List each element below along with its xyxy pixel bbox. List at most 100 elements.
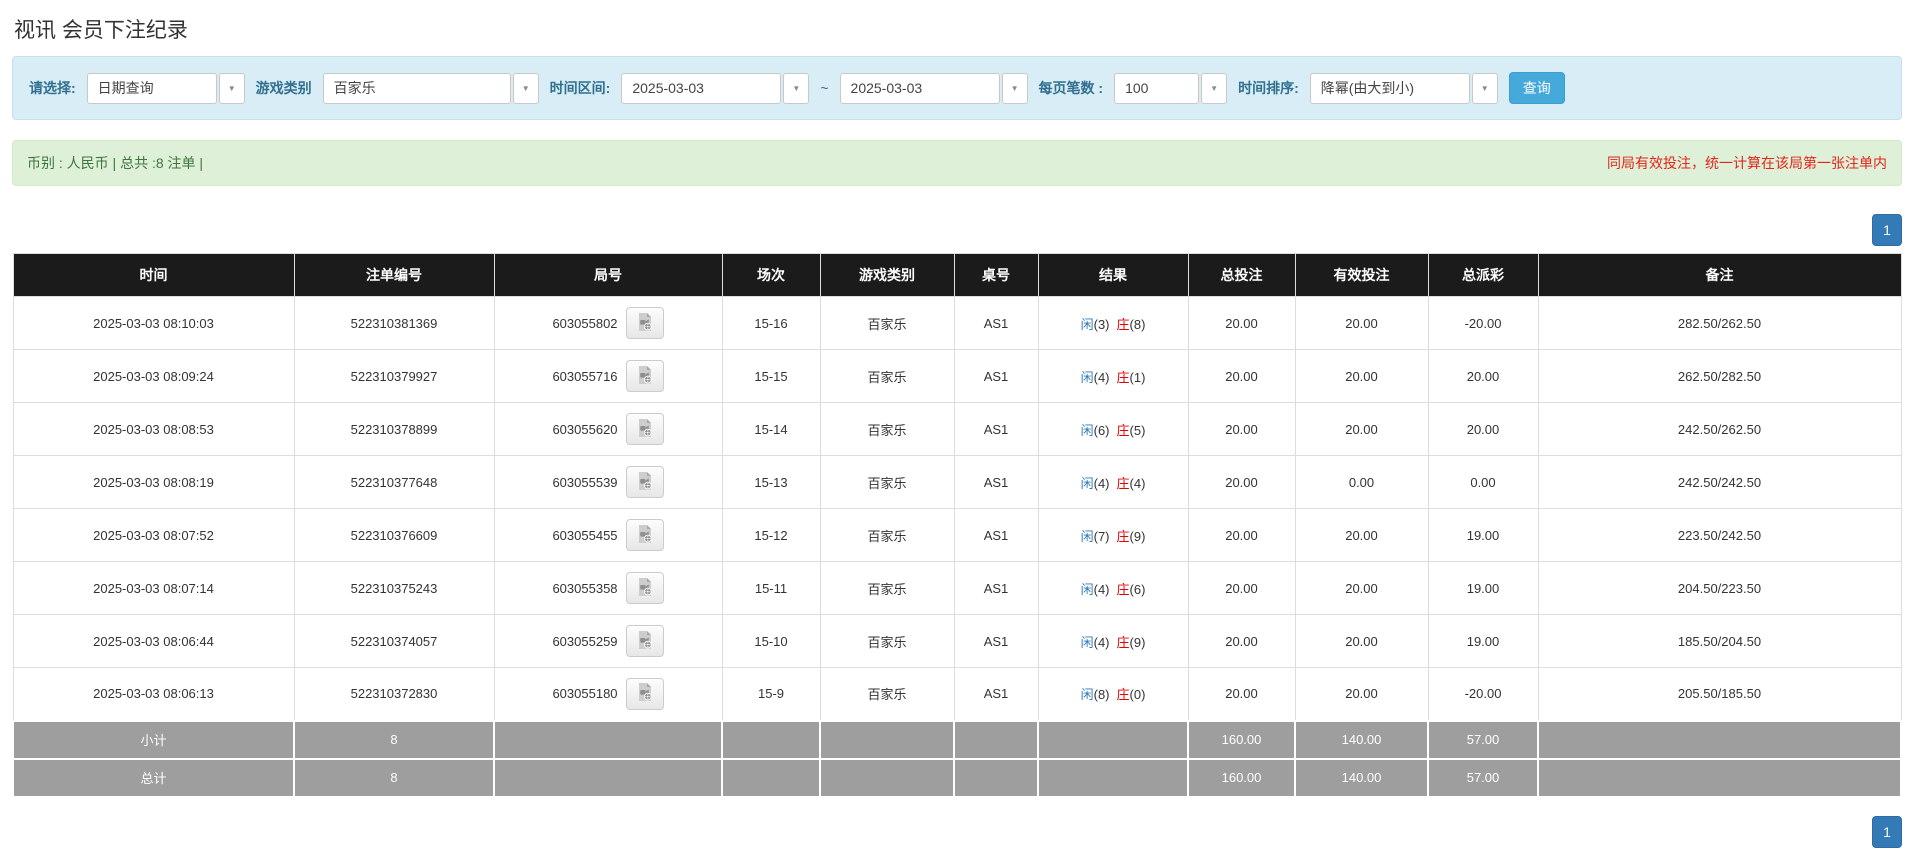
result-banker-count: (0) (1129, 687, 1146, 703)
game-type-label: 游戏类别 (255, 80, 312, 96)
cell-payout: 0.00 (1427, 455, 1539, 509)
page-1-button[interactable]: 1 (1872, 214, 1902, 246)
cell-bet-no: 522310372830 (293, 667, 495, 721)
result-player-label: 闲 (1080, 581, 1094, 597)
cell-total-bet[interactable]: 20.00 (1187, 508, 1296, 562)
table-row: 2025-03-03 08:06:13 522310372830 6030551… (12, 667, 1902, 721)
page-size-dropdown-button[interactable]: ▼ (1201, 72, 1228, 104)
result-banker-label: 庄 (1116, 687, 1130, 703)
cell-result: 闲(4) 庄(6) (1037, 561, 1189, 615)
table-row: 2025-03-03 08:06:44 522310374057 6030552… (12, 614, 1902, 668)
time-range-label: 时间区间: (549, 80, 611, 96)
result-banker-count: (1) (1129, 369, 1146, 385)
table-row: 2025-03-03 08:07:52 522310376609 6030554… (12, 508, 1902, 562)
query-type-input[interactable] (86, 72, 217, 104)
cell-payout: -20.00 (1427, 296, 1539, 350)
cell-time: 2025-03-03 08:09:24 (12, 349, 295, 403)
date-from-dropdown-button[interactable]: ▼ (783, 72, 810, 104)
cell-payout: -20.00 (1427, 667, 1539, 721)
date-from-combobox: ▼ (621, 72, 810, 104)
result-player-label: 闲 (1080, 634, 1094, 650)
betting-records-table: 时间 注单编号 局号 场次 游戏类别 桌号 结果 总投注 有效投注 总派彩 备注… (12, 253, 1902, 798)
round-no-text: 603055620 (552, 421, 618, 437)
cell-table-no: AS1 (953, 296, 1039, 350)
page-size-input[interactable] (1114, 72, 1200, 104)
query-type-combobox: ▼ (86, 72, 245, 104)
cell-total-bet[interactable]: 20.00 (1187, 667, 1296, 721)
subtotal-payout: 57.00 (1427, 719, 1539, 760)
summary-empty-cell (819, 719, 955, 760)
video-replay-button[interactable] (625, 307, 664, 339)
cell-total-bet[interactable]: 20.00 (1187, 349, 1296, 403)
cell-total-bet[interactable]: 20.00 (1187, 455, 1296, 509)
cell-bet-no: 522310375243 (293, 561, 495, 615)
cell-payout: 20.00 (1427, 349, 1539, 403)
page: 视讯 会员下注纪录 请选择: ▼ 游戏类别 ▼ 时间区间: ▼ ~ ▼ 每页笔数… (0, 14, 1914, 848)
cell-total-bet[interactable]: 20.00 (1187, 296, 1296, 350)
video-replay-button[interactable] (625, 572, 664, 604)
cell-time: 2025-03-03 08:08:19 (12, 455, 295, 509)
summary-empty-cell (721, 719, 821, 760)
total-row: 总计 8 160.00 140.00 57.00 (12, 757, 1902, 798)
result-banker-count: (5) (1129, 422, 1146, 438)
date-to-dropdown-button[interactable]: ▼ (1001, 72, 1028, 104)
cell-result: 闲(7) 庄(9) (1037, 508, 1189, 562)
subtotal-valid-bet: 140.00 (1294, 719, 1429, 760)
cell-total-bet[interactable]: 20.00 (1187, 402, 1296, 456)
cell-time: 2025-03-03 08:06:13 (12, 667, 295, 721)
cell-bet-no: 522310377648 (293, 455, 495, 509)
video-file-icon (635, 365, 655, 388)
cell-game-type: 百家乐 (819, 561, 955, 615)
header-result: 结果 (1037, 253, 1189, 297)
cell-valid-bet: 20.00 (1294, 614, 1429, 668)
result-player-count: (4) (1093, 475, 1110, 491)
cell-remark: 262.50/282.50 (1537, 349, 1902, 403)
table-summary: 小计 8 160.00 140.00 57.00 总计 8 160.00 140… (12, 719, 1902, 798)
result-player-count: (7) (1093, 528, 1110, 544)
result-player-count: (3) (1093, 316, 1110, 332)
cell-valid-bet: 20.00 (1294, 508, 1429, 562)
result-banker-label: 庄 (1116, 634, 1130, 650)
date-from-input[interactable] (621, 72, 782, 104)
cell-remark: 282.50/262.50 (1537, 296, 1902, 350)
video-replay-button[interactable] (625, 677, 664, 710)
video-replay-button[interactable] (625, 413, 664, 445)
chevron-down-icon: ▼ (227, 83, 236, 93)
cell-result: 闲(8) 庄(0) (1037, 667, 1189, 721)
video-replay-button[interactable] (625, 360, 664, 392)
cell-remark: 204.50/223.50 (1537, 561, 1902, 615)
cell-total-bet[interactable]: 20.00 (1187, 614, 1296, 668)
cell-bet-no: 522310374057 (293, 614, 495, 668)
cell-remark: 223.50/242.50 (1537, 508, 1902, 562)
cell-game-type: 百家乐 (819, 455, 955, 509)
cell-bet-no: 522310378899 (293, 402, 495, 456)
cell-table-no: AS1 (953, 508, 1039, 562)
result-banker-label: 庄 (1116, 528, 1130, 544)
result-player-count: (8) (1093, 687, 1110, 703)
video-replay-button[interactable] (625, 519, 664, 551)
video-replay-button[interactable] (625, 625, 664, 657)
video-replay-button[interactable] (625, 466, 664, 498)
sort-order-dropdown-button[interactable]: ▼ (1471, 72, 1498, 104)
round-no-text: 603055180 (552, 686, 618, 702)
game-type-dropdown-button[interactable]: ▼ (512, 72, 539, 104)
page-1-button[interactable]: 1 (1872, 815, 1902, 848)
cell-session: 15-16 (721, 296, 821, 350)
cell-round-no: 603055259 (493, 614, 723, 668)
summary-empty-cell (953, 757, 1039, 798)
cell-game-type: 百家乐 (819, 667, 955, 721)
date-to-input[interactable] (839, 72, 1000, 104)
round-no-text: 603055716 (552, 368, 618, 384)
round-no-text: 603055539 (552, 474, 618, 490)
result-player-label: 闲 (1080, 316, 1094, 332)
chevron-down-icon: ▼ (1010, 83, 1019, 93)
video-file-icon (635, 630, 655, 653)
query-type-dropdown-button[interactable]: ▼ (218, 72, 245, 104)
filter-bar: 请选择: ▼ 游戏类别 ▼ 时间区间: ▼ ~ ▼ 每页笔数 : ▼ 时间排序:… (12, 56, 1902, 120)
cell-total-bet[interactable]: 20.00 (1187, 561, 1296, 615)
pagination-top: 1 (12, 214, 1902, 246)
cell-valid-bet: 0.00 (1294, 455, 1429, 509)
game-type-input[interactable] (322, 72, 511, 104)
sort-order-input[interactable] (1309, 72, 1470, 104)
search-button[interactable]: 查询 (1508, 72, 1565, 104)
